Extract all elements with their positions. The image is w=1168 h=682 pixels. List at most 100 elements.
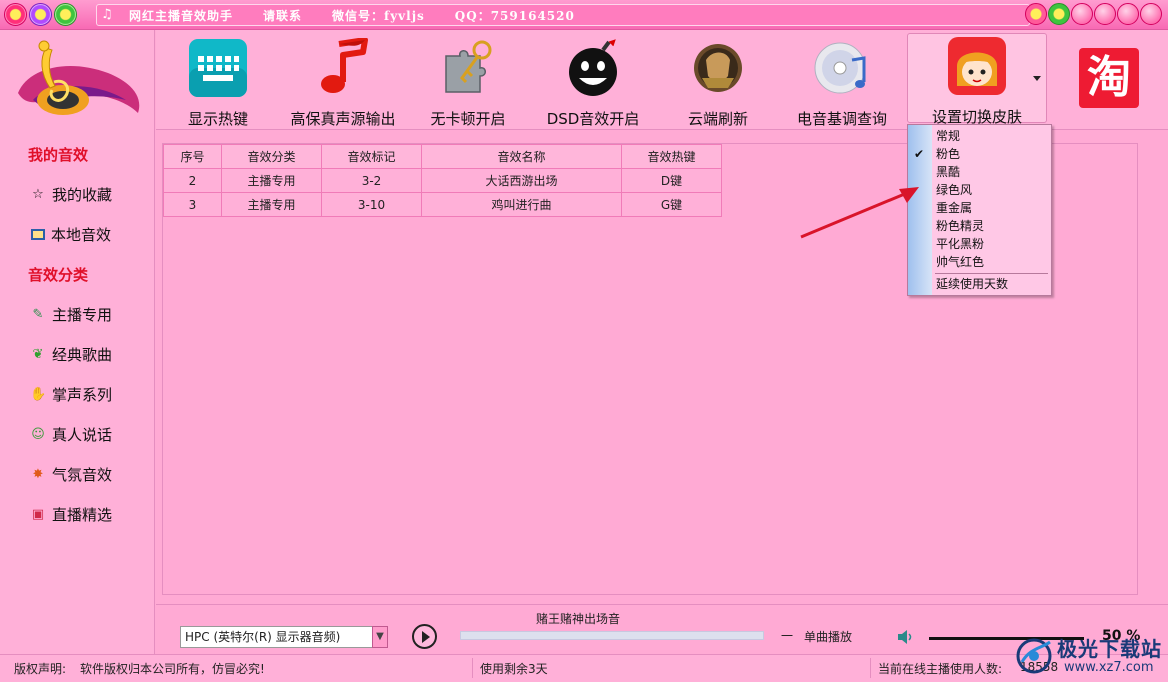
volume-icon[interactable]	[897, 629, 915, 645]
column-header[interactable]: 序号	[163, 144, 222, 169]
device-dropdown-button[interactable]: ▼	[372, 626, 388, 648]
title-field: ♫ 网红主播音效助手 请联系 微信号：fyvljs QQ：759164520	[96, 4, 1030, 26]
flower-button-icon[interactable]	[1048, 3, 1070, 25]
now-playing-title: 赌王赌神出场音	[536, 612, 621, 626]
menu-item-skin-flat-black-pink[interactable]: 平化黑粉	[936, 236, 984, 253]
table-row[interactable]: 2 主播专用 3-2 大话西游出场 D键	[163, 168, 722, 193]
audio-device-select[interactable]: HPC (英特尔(R) 显示器音频)	[180, 626, 387, 648]
sidebar-item-live-picks[interactable]: ▣ 直播精选	[30, 504, 112, 525]
table-cell: 3-2	[321, 168, 422, 193]
copyright-text: 软件版权归本公司所有，仿冒必究!	[80, 662, 265, 676]
menu-separator	[935, 273, 1048, 274]
flower-icon	[54, 3, 77, 26]
toolbar: 显示热键 高保真声源输出 无卡顿开启 DSD音效开启 云端刷新 电音基调查询 设…	[156, 30, 1168, 130]
watermark-url: www.xz7.com	[1064, 660, 1154, 675]
flower-icon	[29, 3, 52, 26]
anime-girl-icon	[948, 37, 1006, 95]
monitor-icon	[31, 229, 45, 240]
show-hotkeys-button[interactable]: 显示热键	[182, 36, 254, 128]
sidebar-item-label: 气氛音效	[52, 466, 113, 484]
keyboard-icon	[189, 39, 247, 97]
sidebar-item-classic-songs[interactable]: ❦ 经典歌曲	[30, 344, 112, 365]
effects-table: 序号 音效分类 音效标记 音效名称 音效热键 2 主播专用 3-2 大话西游出场…	[163, 144, 722, 217]
menu-item-extend-days[interactable]: 延续使用天数	[936, 276, 1008, 293]
minimize-button[interactable]	[1094, 3, 1116, 25]
sidebar-item-streamer[interactable]: ✎ 主播专用	[30, 304, 112, 325]
table-header-row: 序号 音效分类 音效标记 音效名称 音效热键	[163, 144, 722, 169]
table-cell: 3-10	[321, 192, 422, 217]
table-row[interactable]: 3 主播专用 3-10 鸡叫进行曲 G键	[163, 192, 722, 217]
toolbar-label: 云端刷新	[687, 110, 748, 128]
sidebar-item-local[interactable]: 本地音效	[30, 224, 111, 245]
cloud-refresh-button[interactable]: 云端刷新	[680, 36, 756, 128]
menu-item-skin-pink[interactable]: 粉色	[936, 146, 960, 163]
toolbar-label: 无卡顿开启	[430, 110, 506, 128]
playback-progress-bar[interactable]	[460, 631, 764, 640]
menu-item-skin-black[interactable]: 黑酷	[936, 164, 960, 181]
column-header[interactable]: 音效分类	[221, 144, 322, 169]
status-divider	[870, 658, 871, 678]
red-arrow-annotation-icon	[800, 187, 919, 239]
close-button[interactable]	[1140, 3, 1162, 25]
flower-icon	[4, 3, 27, 26]
skin-menu: ✔ 常规 粉色 黑酷 绿色风 重金属 粉色精灵 平化黑粉 帅气红色 延续使用天数	[907, 124, 1052, 296]
menu-button[interactable]	[1071, 3, 1093, 25]
app-logo-icon	[18, 40, 140, 115]
wechat-text: 微信号：fyvljs	[332, 8, 425, 23]
cd-icon	[814, 42, 866, 94]
menu-item-skin-green[interactable]: 绿色风	[936, 182, 972, 199]
table-cell: 主播专用	[221, 168, 322, 193]
sidebar-item-atmosphere[interactable]: ✸ 气氛音效	[30, 464, 112, 485]
column-header[interactable]: 音效名称	[421, 144, 622, 169]
play-mode-toggle[interactable]: 单曲播放	[804, 628, 852, 645]
puzzle-key-icon	[445, 40, 492, 93]
toolbar-label: 显示热键	[187, 110, 248, 128]
sidebar-item-label: 本地音效	[51, 226, 112, 244]
column-header[interactable]: 音效热键	[621, 144, 722, 169]
app-title: 网红主播音效助手	[129, 8, 234, 23]
table-cell: 大话西游出场	[421, 168, 622, 193]
bomb-face-icon	[569, 39, 617, 96]
hifi-output-button[interactable]: 高保真声源输出	[284, 36, 402, 128]
sidebar-item-label: 掌声系列	[52, 386, 113, 404]
toolbar-label: DSD音效开启	[546, 110, 640, 128]
contact-text: 请联系	[263, 8, 303, 23]
leaf-icon: ❦	[32, 346, 44, 362]
taobao-button[interactable]: 淘	[1079, 48, 1139, 108]
status-bar: 版权声明: 软件版权归本公司所有，仿冒必究! 使用剩余3天 当前在线主播使用人数…	[0, 654, 1168, 682]
maximize-button[interactable]	[1117, 3, 1139, 25]
menu-item-skin-normal[interactable]: 常规	[936, 128, 960, 145]
status-divider	[472, 658, 473, 678]
sidebar-item-applause[interactable]: ✋ 掌声系列	[30, 384, 112, 405]
menu-item-skin-cool-red[interactable]: 帅气红色	[936, 254, 984, 271]
sidebar-item-label: 直播精选	[52, 506, 113, 524]
microphone-icon: ✎	[32, 306, 44, 322]
remaining-days: 使用剩余3天	[480, 662, 548, 676]
music-note-icon	[321, 37, 368, 93]
watermark-title: 极光下载站	[1057, 637, 1162, 661]
switch-skin-button[interactable]: 设置切换皮肤	[907, 33, 1047, 126]
sidebar: 我的音效 ☆ 我的收藏 本地音效 音效分类 ✎ 主播专用 ❦ 经典歌曲 ✋ 掌声…	[0, 30, 155, 654]
flower-button-icon[interactable]	[1025, 3, 1047, 25]
column-header[interactable]: 音效标记	[321, 144, 422, 169]
sidebar-item-favorites[interactable]: ☆ 我的收藏	[30, 184, 112, 205]
menu-item-skin-pink-elf[interactable]: 粉色精灵	[936, 218, 984, 235]
toolbar-label: 电音基调查询	[796, 110, 887, 128]
sidebar-item-label: 真人说话	[52, 426, 113, 444]
online-users-label: 当前在线主播使用人数:	[878, 662, 1003, 676]
person-icon: ☺	[31, 426, 45, 442]
tone-query-button[interactable]: 电音基调查询	[792, 36, 892, 128]
play-mode-dash: 一	[781, 629, 794, 643]
qq-text: QQ：759164520	[454, 8, 575, 23]
app-mini-logo-icon: ♫	[101, 7, 114, 22]
dsd-effect-button[interactable]: DSD音效开启	[546, 36, 640, 128]
no-lag-button[interactable]: 无卡顿开启	[426, 36, 510, 128]
sidebar-item-label: 主播专用	[52, 306, 113, 324]
firework-icon: ✸	[32, 466, 44, 482]
menu-item-skin-metal[interactable]: 重金属	[936, 200, 972, 217]
star-icon: ☆	[32, 186, 44, 202]
chevron-down-icon[interactable]	[1033, 76, 1041, 81]
hand-icon: ✋	[30, 386, 47, 402]
sidebar-item-voice[interactable]: ☺ 真人说话	[30, 424, 112, 445]
play-button[interactable]	[412, 624, 437, 649]
